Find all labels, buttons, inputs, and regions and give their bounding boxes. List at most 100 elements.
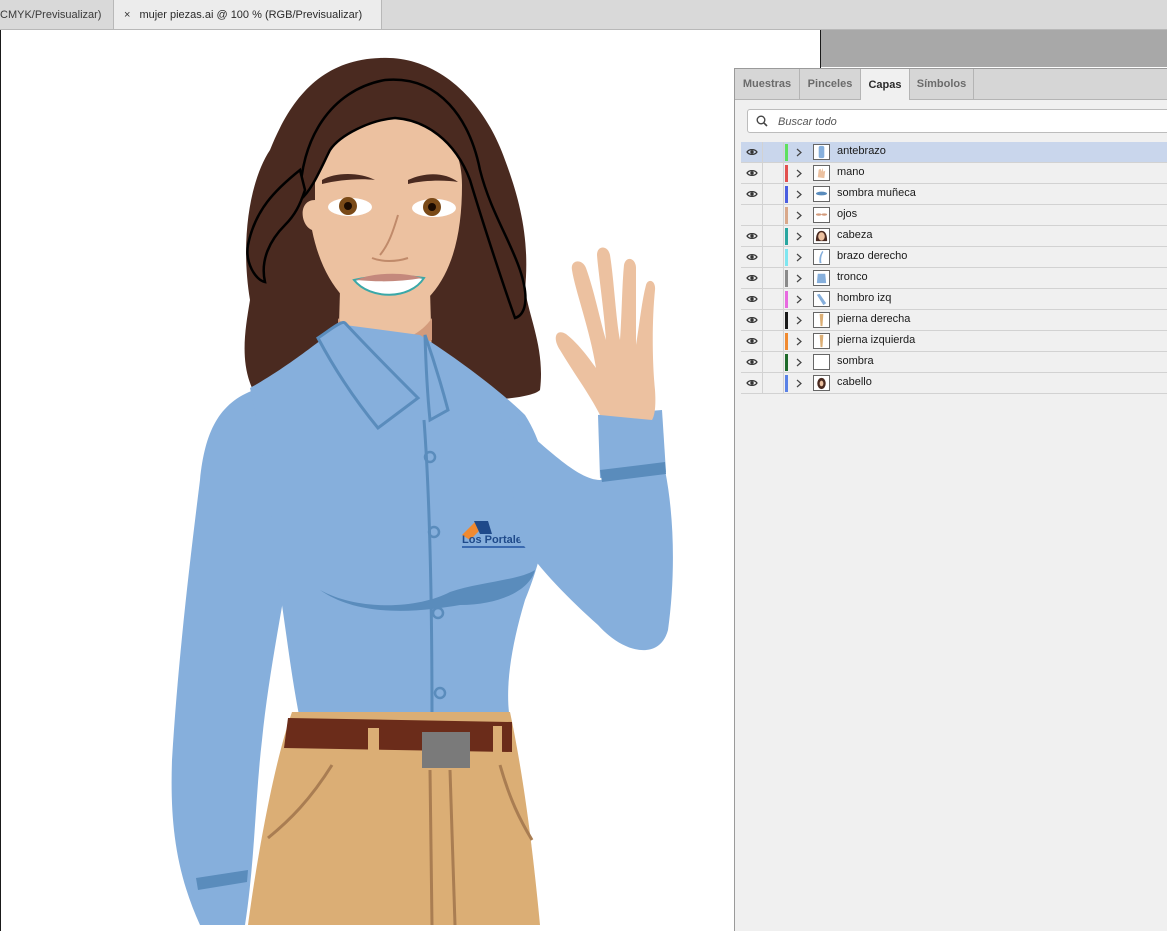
close-icon[interactable]: × — [124, 9, 130, 21]
layer-color-swatch — [785, 270, 788, 287]
tab-simbolos[interactable]: Símbolos — [910, 69, 974, 99]
layer-name: antebrazo — [837, 145, 886, 157]
layer-color-swatch — [785, 249, 788, 266]
belt-buckle — [422, 732, 470, 768]
document-tab-bar: CMYK/Previsualizar) × mujer piezas.ai @ … — [0, 0, 1167, 30]
lock-toggle[interactable] — [762, 226, 784, 246]
layer-search-box[interactable] — [747, 109, 1167, 133]
layer-row[interactable]: cabello — [741, 373, 1167, 394]
chevron-right-icon[interactable] — [794, 165, 804, 181]
lock-toggle[interactable] — [762, 352, 784, 372]
chevron-right-icon[interactable] — [794, 312, 804, 328]
visibility-toggle[interactable] — [741, 205, 763, 225]
pasteboard — [821, 30, 1167, 67]
lock-toggle[interactable] — [762, 247, 784, 267]
document-tab-cmyk[interactable]: CMYK/Previsualizar) — [0, 0, 114, 29]
lock-toggle[interactable] — [762, 289, 784, 309]
eye-icon — [745, 380, 758, 386]
layer-row[interactable]: pierna izquierda — [741, 331, 1167, 352]
lock-toggle[interactable] — [762, 205, 784, 225]
layer-row[interactable]: pierna derecha — [741, 310, 1167, 331]
logo-text: Los Portales — [462, 534, 528, 546]
layer-color-swatch — [785, 228, 788, 245]
layer-row[interactable]: cabeza — [741, 226, 1167, 247]
visibility-toggle[interactable] — [741, 226, 763, 246]
layer-name: cabello — [837, 376, 872, 388]
layer-row[interactable]: ojos — [741, 205, 1167, 226]
pants-seam — [428, 769, 434, 926]
document-tab-label: mujer piezas.ai @ 100 % (RGB/Previsualiz… — [139, 8, 363, 21]
chevron-right-icon[interactable] — [794, 375, 804, 391]
eye-icon — [745, 317, 758, 323]
tab-capas[interactable]: Capas — [861, 69, 910, 100]
chevron-right-icon[interactable] — [794, 186, 804, 202]
visibility-toggle[interactable] — [741, 142, 763, 162]
wrist-shadow-icon — [813, 186, 830, 202]
document-tab-mujer-piezas[interactable]: × mujer piezas.ai @ 100 % (RGB/Previsual… — [114, 0, 382, 29]
lock-toggle[interactable] — [762, 373, 784, 393]
layer-name: pierna izquierda — [837, 334, 916, 346]
visibility-toggle[interactable] — [741, 163, 763, 183]
layers-panel: Muestras Pinceles Capas Símbolos antebra… — [734, 68, 1167, 931]
eye-icon — [745, 275, 758, 281]
layers-list: antebrazo mano sombra muñeca ojos cabeza braz… — [741, 142, 1167, 394]
lock-toggle[interactable] — [762, 310, 784, 330]
visibility-toggle[interactable] — [741, 331, 763, 351]
search-input[interactable] — [776, 113, 1160, 131]
character-illustration[interactable]: Los Portales — [0, 30, 821, 931]
belt-loop — [368, 728, 379, 764]
layer-name: mano — [837, 166, 865, 178]
tab-label: Pinceles — [807, 78, 853, 90]
visibility-toggle[interactable] — [741, 310, 763, 330]
visibility-toggle[interactable] — [741, 373, 763, 393]
tab-label: Muestras — [742, 78, 792, 90]
layer-color-swatch — [785, 354, 788, 371]
chevron-right-icon[interactable] — [794, 291, 804, 307]
tab-label: Símbolos — [916, 78, 967, 90]
chevron-right-icon[interactable] — [794, 354, 804, 370]
lock-toggle[interactable] — [762, 142, 784, 162]
layer-row[interactable]: brazo derecho — [741, 247, 1167, 268]
layer-color-swatch — [785, 144, 788, 161]
arm-icon — [813, 249, 830, 265]
layer-name: sombra muñeca — [837, 187, 916, 199]
visibility-toggle[interactable] — [741, 352, 763, 372]
eye-pupil-right — [428, 203, 436, 211]
chevron-right-icon[interactable] — [794, 228, 804, 244]
layer-row[interactable]: sombra muñeca — [741, 184, 1167, 205]
visibility-toggle[interactable] — [741, 268, 763, 288]
chevron-right-icon[interactable] — [794, 270, 804, 286]
lock-toggle[interactable] — [762, 268, 784, 288]
layer-row[interactable]: hombro izq — [741, 289, 1167, 310]
eye-icon — [745, 149, 758, 155]
torso-icon — [813, 270, 830, 286]
eye-icon — [745, 170, 758, 176]
layer-name: hombro izq — [837, 292, 892, 304]
layer-name: pierna derecha — [837, 313, 911, 325]
lock-toggle[interactable] — [762, 331, 784, 351]
chevron-right-icon[interactable] — [794, 249, 804, 265]
visibility-toggle[interactable] — [741, 184, 763, 204]
hair-icon — [813, 375, 830, 391]
search-icon — [756, 115, 768, 127]
lock-toggle[interactable] — [762, 163, 784, 183]
lock-toggle[interactable] — [762, 184, 784, 204]
blue-sleeve-icon — [813, 144, 830, 160]
layer-row[interactable]: tronco — [741, 268, 1167, 289]
layer-row[interactable]: antebrazo — [741, 142, 1167, 163]
tab-muestras[interactable]: Muestras — [735, 69, 800, 99]
chevron-right-icon[interactable] — [794, 144, 804, 160]
layer-row[interactable]: mano — [741, 163, 1167, 184]
eye-icon — [745, 233, 758, 239]
visibility-toggle[interactable] — [741, 289, 763, 309]
visibility-toggle[interactable] — [741, 247, 763, 267]
eye-icon — [745, 191, 758, 197]
hand-icon — [813, 165, 830, 181]
shadow-icon — [813, 354, 830, 370]
chevron-right-icon[interactable] — [794, 333, 804, 349]
eye-pupil-left — [344, 202, 352, 210]
chevron-right-icon[interactable] — [794, 207, 804, 223]
layer-color-swatch — [785, 186, 788, 203]
tab-pinceles[interactable]: Pinceles — [800, 69, 861, 99]
layer-row[interactable]: sombra — [741, 352, 1167, 373]
